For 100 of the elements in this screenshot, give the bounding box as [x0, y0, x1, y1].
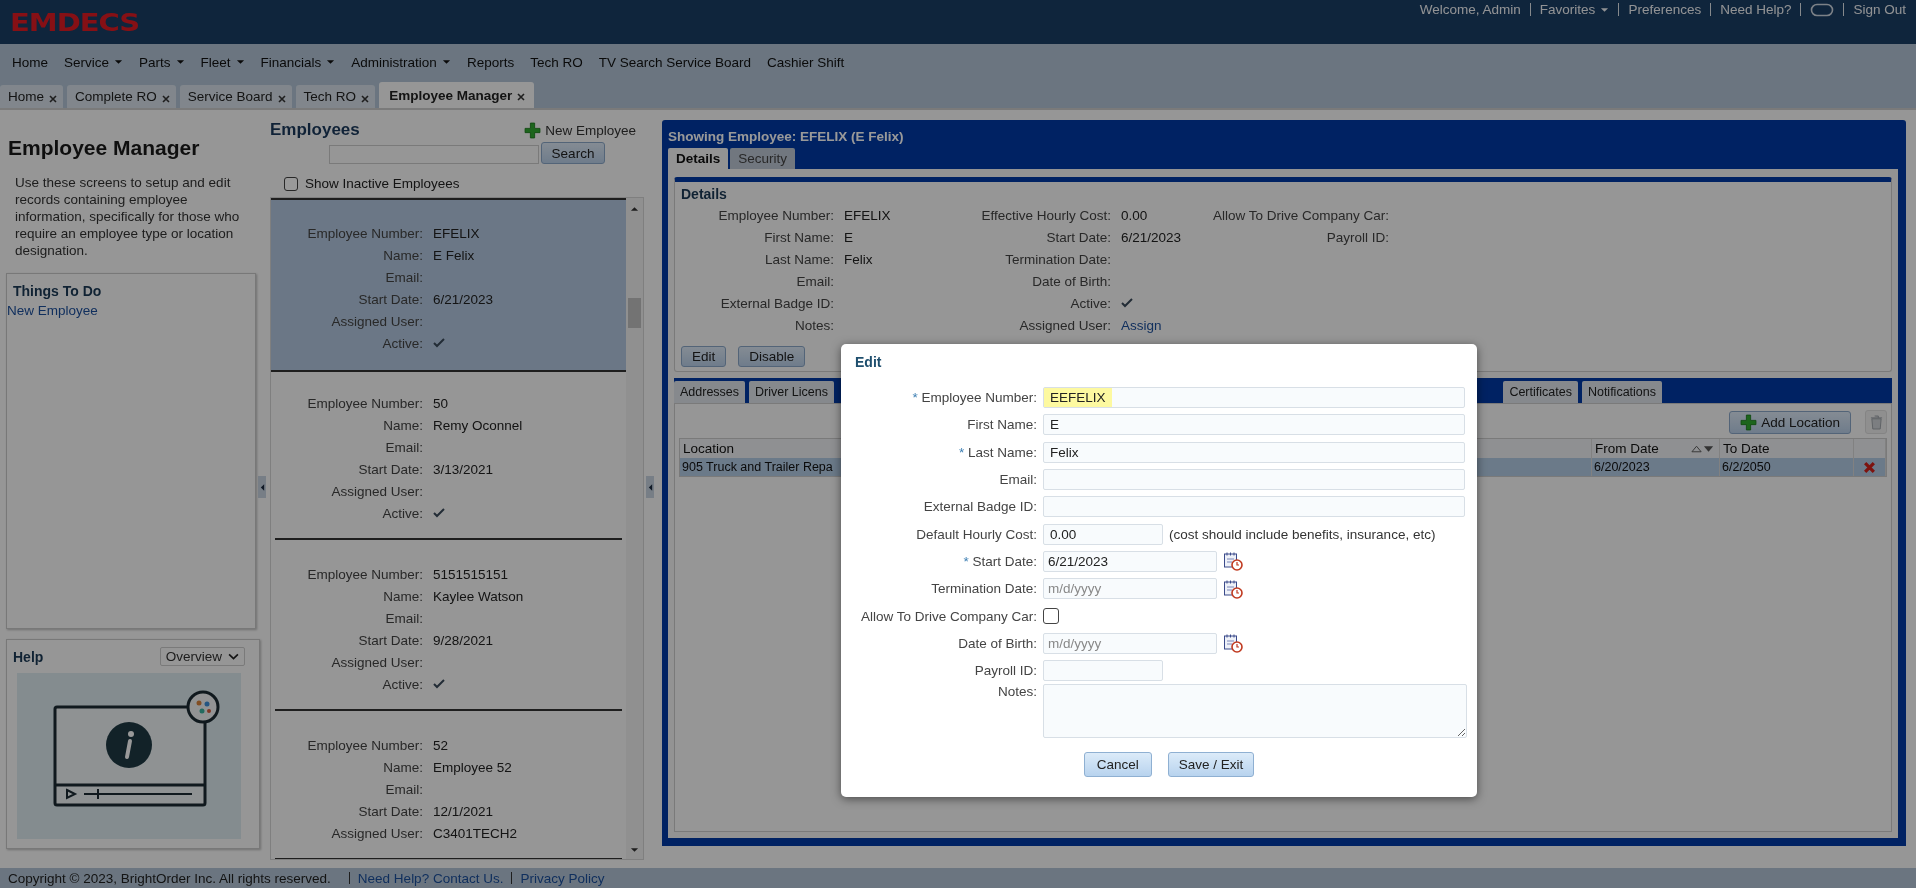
scroll-down-icon[interactable]: [630, 847, 639, 853]
employee-card[interactable]: Employee Number: EFELIX Name: E Felix Email: Start Date: 6/21/2023 Assigned User: Active:: [271, 198, 626, 372]
close-icon[interactable]: [276, 93, 287, 104]
field-label: Employee Number:: [306, 566, 423, 582]
collapse-handle[interactable]: [646, 476, 654, 498]
date-field[interactable]: 6/21/2023: [1043, 550, 1217, 572]
chevron-icon[interactable]: [228, 653, 239, 660]
checkbox[interactable]: [1043, 608, 1059, 624]
caret-icon[interactable]: [1600, 6, 1610, 13]
overview-dropdown[interactable]: Overview: [159, 647, 245, 666]
search-field[interactable]: [328, 145, 539, 164]
nav-menu-item[interactable]: Home: [4, 54, 56, 70]
footer-link[interactable]: Privacy Policy: [520, 870, 605, 886]
scroll-up-icon[interactable]: [630, 206, 639, 212]
panel-title: Help: [12, 648, 44, 667]
caret-icon[interactable]: [114, 59, 124, 65]
date-field[interactable]: m/d/yyyy: [1043, 578, 1217, 600]
plus-icon[interactable]: [524, 121, 542, 139]
nav-menu-item[interactable]: Tech RO: [522, 54, 591, 70]
tab[interactable]: Notifications: [1581, 381, 1662, 403]
divider: [1529, 3, 1531, 16]
favorites-menu[interactable]: Favorites: [1539, 2, 1610, 17]
close-icon[interactable]: [360, 93, 371, 104]
page-tab[interactable]: Complete RO: [67, 85, 176, 108]
field-label: Name:: [382, 759, 423, 775]
input-field[interactable]: EEFELIX: [1043, 387, 1465, 409]
field-label: Active:: [1069, 295, 1111, 311]
close-icon[interactable]: [48, 93, 58, 104]
page-tab[interactable]: Service Board: [179, 85, 292, 108]
panel-title: Showing Employee: EFELIX (E Felix): [668, 128, 905, 146]
field-label: Start Date:: [357, 632, 423, 648]
employee-card[interactable]: Employee Number: 50 Name: Remy Oconnel Email: Start Date: 3/13/2021 Assigned User: Active:: [275, 372, 622, 540]
page-tab[interactable]: Home: [0, 85, 63, 108]
field-label: * Start Date:: [962, 553, 1037, 569]
input-field[interactable]: [1043, 496, 1465, 518]
nav-menu-item[interactable]: Fleet: [192, 54, 253, 70]
input-field[interactable]: [1043, 469, 1465, 491]
notes-field[interactable]: [1043, 684, 1467, 739]
tab[interactable]: Addresses: [674, 381, 746, 403]
input-field[interactable]: [1043, 660, 1163, 682]
tab[interactable]: Security: [730, 148, 796, 169]
date-field[interactable]: m/d/yyyy: [1043, 632, 1217, 654]
header-link[interactable]: Preferences: [1628, 2, 1702, 17]
action-button[interactable]: Disable: [738, 346, 806, 367]
input-field[interactable]: Felix: [1043, 441, 1465, 463]
caret-icon[interactable]: [441, 59, 451, 65]
field-label: Name:: [382, 588, 423, 604]
tab[interactable]: Certificates: [1503, 381, 1578, 403]
header-link[interactable]: Need Help?: [1720, 2, 1792, 17]
nav-menu-item[interactable]: Service: [56, 54, 132, 70]
employee-card[interactable]: Employee Number: 5151515151 Name: Kaylee Watson Email: Start Date: 9/28/2021 Assigned User: Active:: [275, 543, 622, 711]
tab[interactable]: Details: [668, 148, 729, 169]
header-link[interactable]: Sign Out: [1853, 2, 1906, 17]
field-label: Active:: [381, 676, 423, 692]
collapse-handle[interactable]: [258, 476, 266, 498]
caret-icon[interactable]: [175, 59, 185, 65]
sort-arrows-icon[interactable]: [1691, 443, 1715, 454]
field-label: Start Date:: [1045, 229, 1111, 245]
todo-link[interactable]: New Employee: [7, 303, 255, 318]
field-value: 50: [433, 395, 449, 411]
add-location-button[interactable]: Add Location: [1729, 410, 1851, 434]
input-field[interactable]: E: [1043, 414, 1465, 436]
field-label: Default Hourly Cost:: [915, 526, 1037, 542]
tab[interactable]: Driver Licens: [749, 381, 834, 403]
footer-link[interactable]: Need Help? Contact Us.: [357, 870, 504, 886]
nav-menu-item[interactable]: Cashier Shift: [759, 54, 853, 70]
dialog-button[interactable]: Save / Exit: [1167, 752, 1255, 778]
page-tab[interactable]: Employee Manager: [379, 82, 535, 108]
close-icon[interactable]: [160, 93, 171, 104]
delete-icon[interactable]: [1863, 460, 1876, 474]
nav-menu-item[interactable]: Administration: [343, 54, 459, 70]
employee-card[interactable]: Employee Number: 52 Name: Employee 52 Email: Start Date: 12/1/2021 Assigned User: C3401TECH2: [275, 714, 622, 859]
caret-icon[interactable]: [326, 59, 336, 65]
plus-icon[interactable]: [1740, 413, 1758, 431]
field-label: First Name:: [966, 417, 1037, 433]
calendar-icon[interactable]: [1223, 551, 1243, 572]
close-icon[interactable]: [516, 92, 527, 102]
dialog-button[interactable]: Cancel: [1083, 752, 1152, 778]
nav-menu-item[interactable]: Reports: [458, 54, 523, 70]
divider: [348, 872, 350, 884]
input-field[interactable]: 0.00: [1043, 523, 1163, 545]
column-header[interactable]: From Date: [1595, 441, 1659, 456]
caret-icon[interactable]: [235, 59, 245, 65]
search-button[interactable]: Search: [540, 142, 606, 164]
action-button[interactable]: Edit: [681, 346, 727, 367]
nav-menu-item[interactable]: Parts: [131, 54, 193, 70]
checkbox[interactable]: [284, 176, 298, 191]
assign-link[interactable]: Assign: [1121, 317, 1162, 333]
nav-menu-item[interactable]: TV Search Service Board: [590, 54, 760, 70]
new-employee-button[interactable]: New Employee: [524, 121, 636, 139]
calendar-icon[interactable]: [1223, 578, 1243, 599]
field-value: EFELIX: [844, 207, 891, 223]
page-tab[interactable]: Tech RO: [295, 85, 376, 108]
field-label: Email:: [384, 781, 423, 797]
pill-icon[interactable]: [1810, 2, 1835, 17]
scrollbar-thumb[interactable]: [628, 298, 641, 328]
field-value: Felix: [844, 251, 873, 267]
scrollbar[interactable]: [626, 198, 643, 859]
calendar-icon[interactable]: [1223, 633, 1243, 654]
nav-menu-item[interactable]: Financials: [252, 54, 344, 70]
